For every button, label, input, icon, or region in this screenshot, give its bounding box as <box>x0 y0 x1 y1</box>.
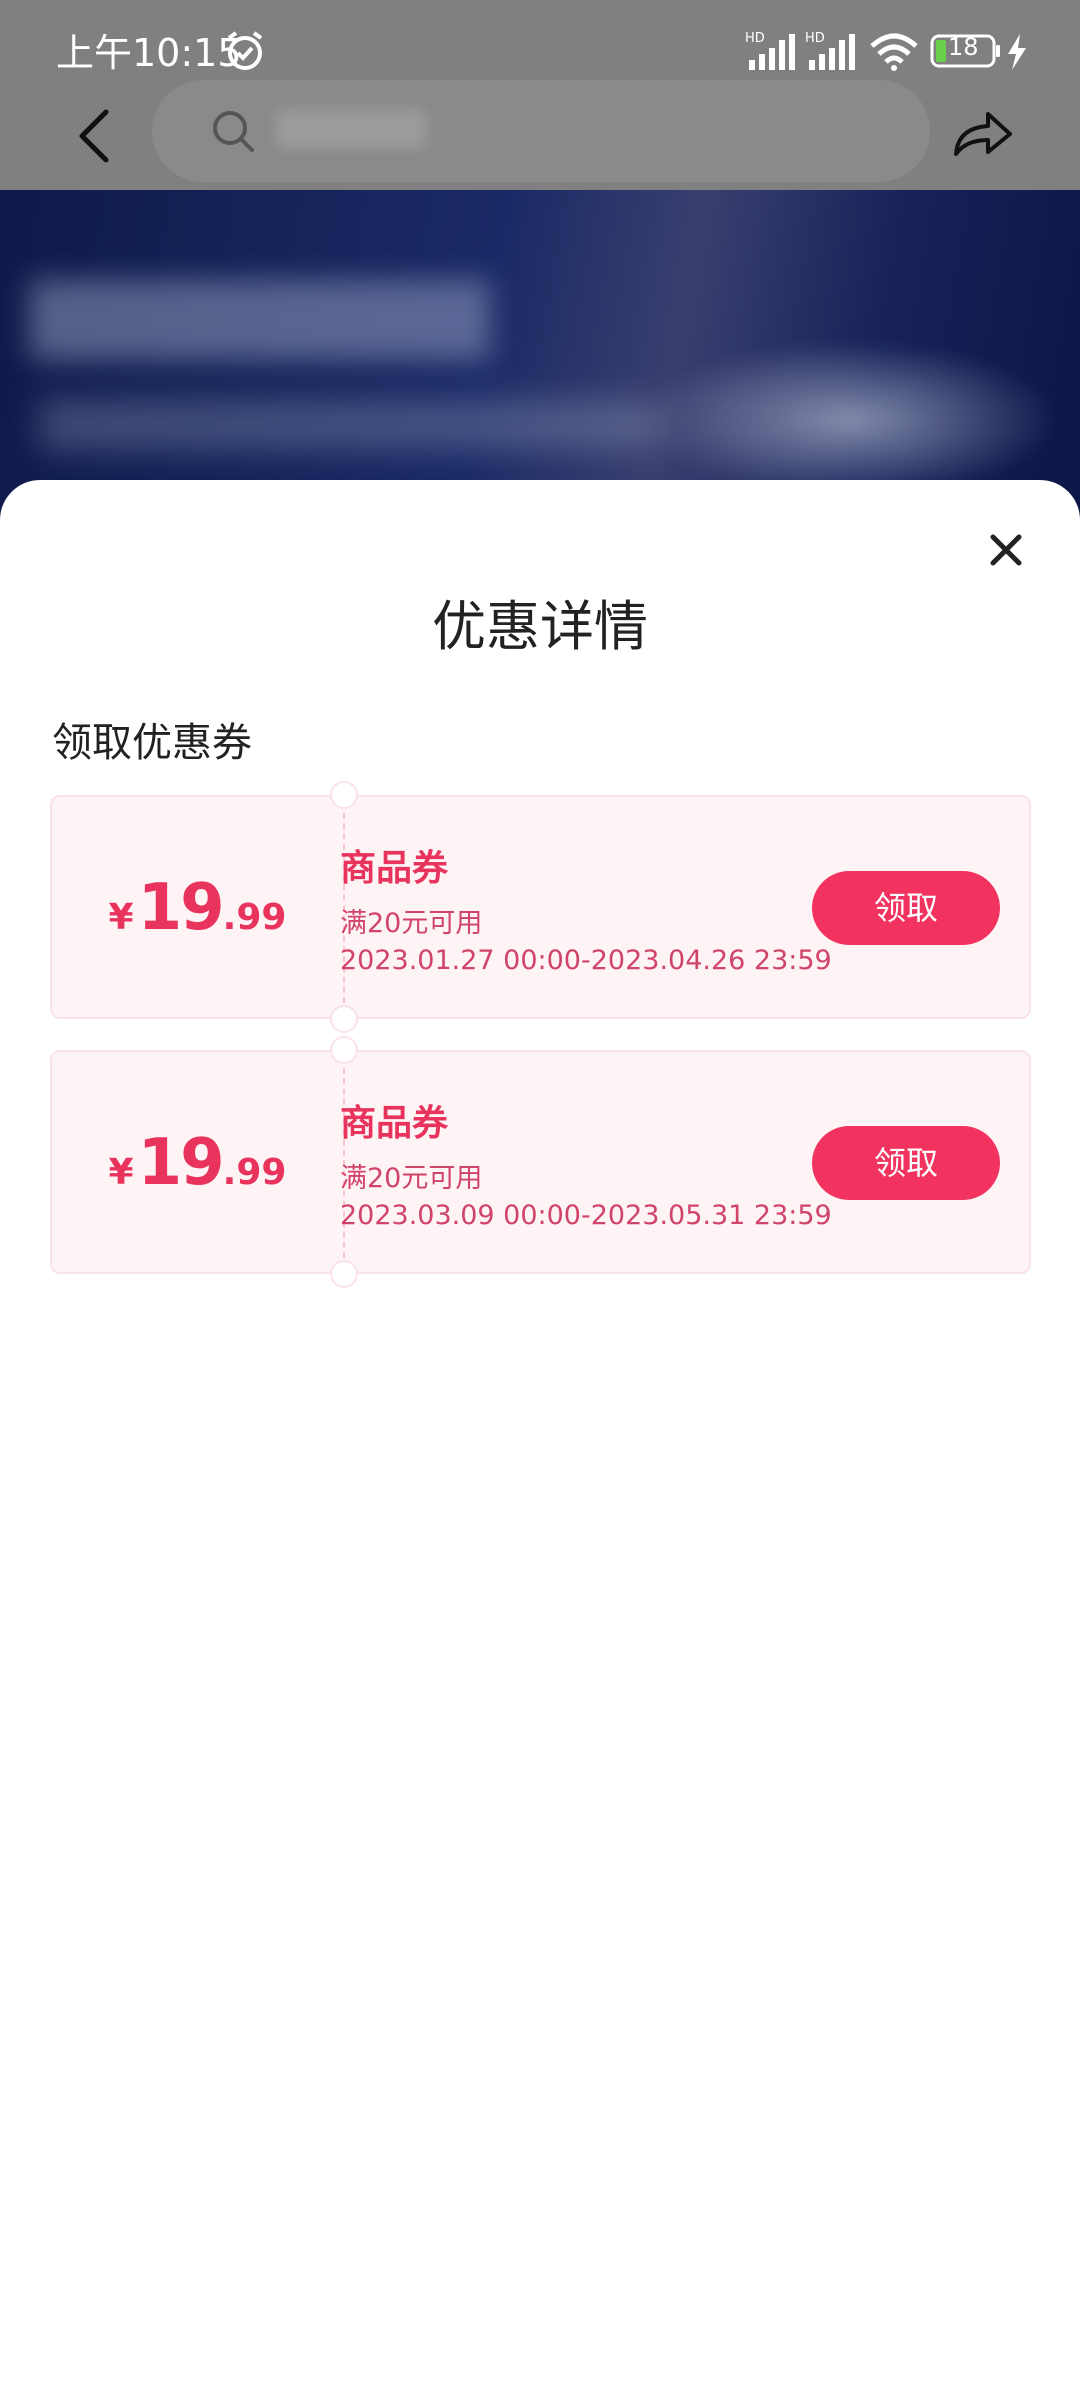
coupon-type: 商品券 <box>340 1103 449 1144</box>
search-input[interactable] <box>152 80 930 182</box>
svg-text:HD: HD <box>805 31 825 46</box>
currency-symbol: ¥ <box>108 1152 134 1193</box>
coupon-card: ¥19.99 商品券 满20元可用 2023.03.09 00:00-2023.… <box>50 1036 1031 1288</box>
currency-symbol: ¥ <box>108 897 134 938</box>
svg-text:HD: HD <box>745 31 765 46</box>
status-time: 上午10:15 <box>56 31 242 75</box>
amount-decimal: .99 <box>222 1152 287 1193</box>
wifi-icon <box>870 33 918 71</box>
banner-image <box>0 190 1080 520</box>
coupon-type: 商品券 <box>340 848 449 889</box>
amount-integer: 19 <box>137 871 225 945</box>
coupon-card: ¥19.99 商品券 满20元可用 2023.01.27 00:00-2023.… <box>50 781 1031 1033</box>
alarm-icon <box>227 31 263 70</box>
search-placeholder-blurred <box>276 110 426 148</box>
amount-decimal: .99 <box>222 897 287 938</box>
claim-button[interactable]: 领取 <box>812 1126 1000 1200</box>
coupon-validity-period: 2023.03.09 00:00-2023.05.31 23:59 <box>340 1200 832 1231</box>
coupon-validity-period: 2023.01.27 00:00-2023.04.26 23:59 <box>340 945 832 976</box>
sheet-title: 优惠详情 <box>432 595 648 658</box>
signal-icon: HD <box>805 31 855 70</box>
claim-button[interactable]: 领取 <box>812 871 1000 945</box>
signal-icon: HD <box>745 31 795 70</box>
coupon-condition: 满20元可用 <box>340 908 483 939</box>
share-icon[interactable] <box>952 108 1014 160</box>
charge-icon <box>1008 34 1026 70</box>
battery-level: 18 <box>948 33 979 61</box>
coupon-detail-sheet <box>0 480 1080 2400</box>
amount-integer: 19 <box>137 1126 225 1200</box>
coupon-amount: ¥19.99 <box>52 1126 343 1200</box>
close-icon[interactable] <box>988 532 1024 568</box>
search-icon <box>213 111 254 152</box>
coupon-amount: ¥19.99 <box>52 871 343 945</box>
back-icon[interactable] <box>72 108 118 164</box>
coupon-condition: 满20元可用 <box>340 1163 483 1194</box>
section-title: 领取优惠券 <box>52 720 252 766</box>
